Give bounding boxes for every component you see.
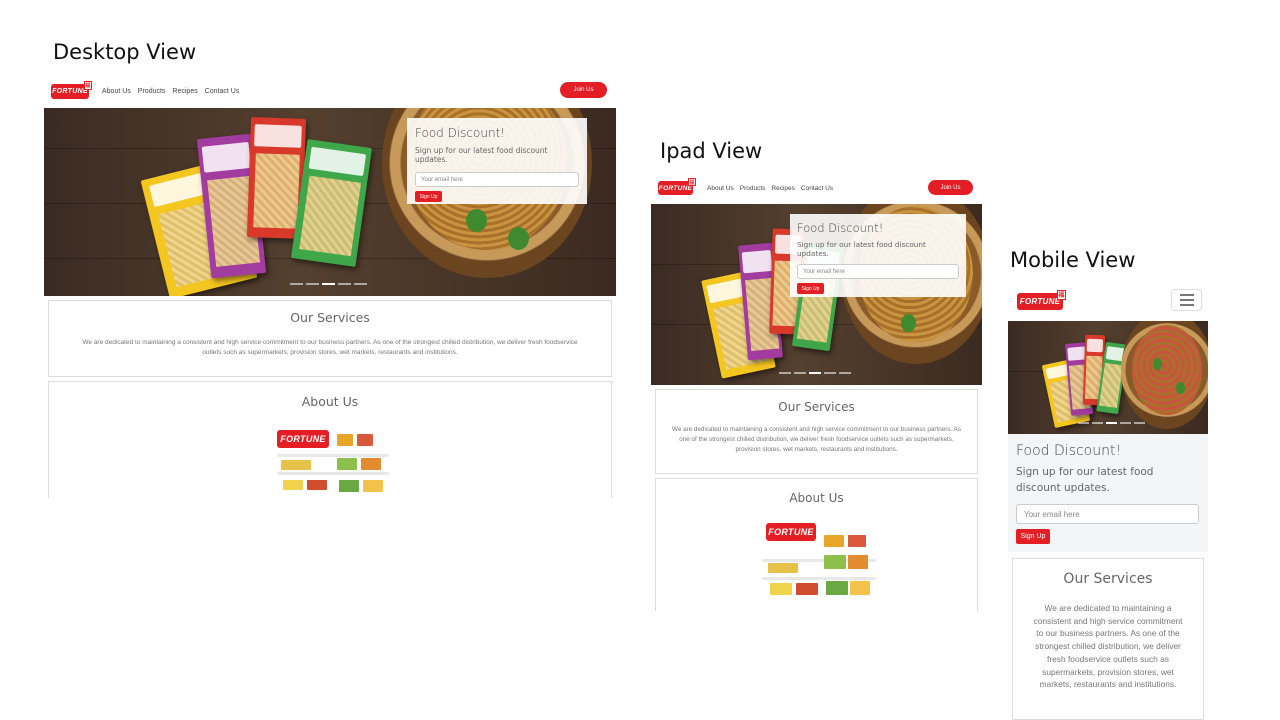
logo-seal: 福 [1057,289,1066,300]
logo-seal: 福 [84,80,92,90]
carousel-indicator[interactable] [824,372,836,374]
desktop-hero-carousel[interactable]: Food Discount! Sign up for our latest fo… [44,108,616,296]
services-title: Our Services [290,310,370,325]
carousel-indicator[interactable] [1078,422,1089,424]
desktop-services-card: Our Services We are dedicated to maintai… [48,300,612,377]
desktop-navbar: FORTUNE 福 About Us Products Recipes Cont… [44,76,616,106]
desktop-frame: FORTUNE 福 About Us Products Recipes Cont… [44,76,616,498]
mobile-frame: FORTUNE 福 Food Discount! Sign up for our… [1008,284,1208,720]
carousel-indicator[interactable] [1092,422,1103,424]
carousel-indicator-active[interactable] [1106,422,1117,424]
join-us-button[interactable]: Join Us [560,82,607,98]
about-products-image: FORTUNE [762,519,876,609]
carousel-indicator[interactable] [1120,422,1131,424]
sign-up-button[interactable]: Sign Up [797,283,824,294]
nav-about-us[interactable]: About Us [102,88,131,95]
mobile-discount-section: Food Discount! Sign up for our latest fo… [1008,434,1208,552]
carousel-indicator[interactable] [779,372,791,374]
carousel-indicator[interactable] [354,283,367,285]
sign-up-button[interactable]: Sign Up [415,191,442,202]
desktop-about-card: About Us FORTUNE [48,381,612,498]
nav-contact-us[interactable]: Contact Us [801,185,833,192]
email-input[interactable]: Your email here [415,172,579,187]
ipad-hero-carousel[interactable]: Food Discount! Sign up for our latest fo… [651,204,982,385]
carousel-indicator[interactable] [794,372,806,374]
desktop-discount-card: Food Discount! Sign up for our latest fo… [407,118,587,204]
services-title: Our Services [1063,571,1153,587]
fortune-logo[interactable]: FORTUNE 福 [658,178,696,195]
nav-products[interactable]: Products [740,185,766,192]
mobile-navbar: FORTUNE 福 [1008,284,1208,318]
discount-title: Food Discount! [1016,443,1122,459]
fortune-logo[interactable]: FORTUNE 福 [1017,289,1066,310]
fortune-logo[interactable]: FORTUNE 福 [51,80,92,99]
discount-subtitle: Sign up for our latest food discount upd… [1016,466,1154,494]
ipad-navbar: FORTUNE 福 About Us Products Recipes Cont… [651,175,982,201]
logo-text: FORTUNE [280,434,326,444]
services-text: We are dedicated to maintaining a consis… [1033,603,1183,690]
logo-text: FORTUNE [52,87,88,95]
about-title: About Us [789,491,844,505]
ipad-frame: FORTUNE 福 About Us Products Recipes Cont… [651,175,982,611]
carousel-indicator[interactable] [290,283,303,285]
nav-contact-us[interactable]: Contact Us [205,88,240,95]
discount-title: Food Discount! [797,221,884,235]
carousel-indicator[interactable] [1134,422,1145,424]
carousel-indicators [290,283,367,285]
logo-text: FORTUNE [1019,296,1061,306]
services-text: We are dedicated to maintaining a consis… [82,339,578,356]
email-input[interactable]: Your email here [1016,504,1199,524]
about-title: About Us [301,394,359,409]
carousel-indicator[interactable] [338,283,351,285]
ipad-discount-card: Food Discount! Sign up for our latest fo… [790,214,966,297]
sign-up-button[interactable]: Sign Up [1016,529,1050,544]
join-us-button[interactable]: Join Us [928,180,973,195]
mobile-services-card: Our Services We are dedicated to maintai… [1012,558,1204,720]
ipad-about-card: About Us FORTUNE [655,478,978,611]
nav-recipes[interactable]: Recipes [771,185,794,192]
carousel-indicator[interactable] [839,372,851,374]
noodle-bowl-image [1121,321,1208,429]
mobile-view-label: Mobile View [1010,248,1136,272]
ipad-view-label: Ipad View [660,139,763,163]
desktop-view-label: Desktop View [53,40,197,64]
discount-subtitle: Sign up for our latest food discount upd… [797,240,926,258]
services-title: Our Services [778,400,855,414]
carousel-indicators [1078,422,1145,424]
nav-about-us[interactable]: About Us [707,185,734,192]
carousel-indicator-active[interactable] [809,372,821,374]
email-input[interactable]: Your email here [797,264,959,279]
services-text: We are dedicated to maintaining a consis… [672,426,961,453]
carousel-indicator[interactable] [306,283,319,285]
about-products-image: FORTUNE [277,424,389,498]
nav-recipes[interactable]: Recipes [172,88,197,95]
logo-seal: 福 [688,178,696,186]
carousel-indicators [779,372,851,374]
desktop-nav-links: About Us Products Recipes Contact Us [102,88,239,95]
carousel-indicator-active[interactable] [322,283,335,285]
ipad-nav-links: About Us Products Recipes Contact Us [707,185,833,192]
hamburger-menu-icon[interactable] [1171,289,1202,311]
nav-products[interactable]: Products [138,88,166,95]
discount-subtitle: Sign up for our latest food discount upd… [415,146,548,164]
logo-text: FORTUNE [768,527,814,537]
discount-title: Food Discount! [415,126,506,140]
mobile-hero-carousel[interactable] [1008,321,1208,434]
ipad-services-card: Our Services We are dedicated to maintai… [655,389,978,474]
